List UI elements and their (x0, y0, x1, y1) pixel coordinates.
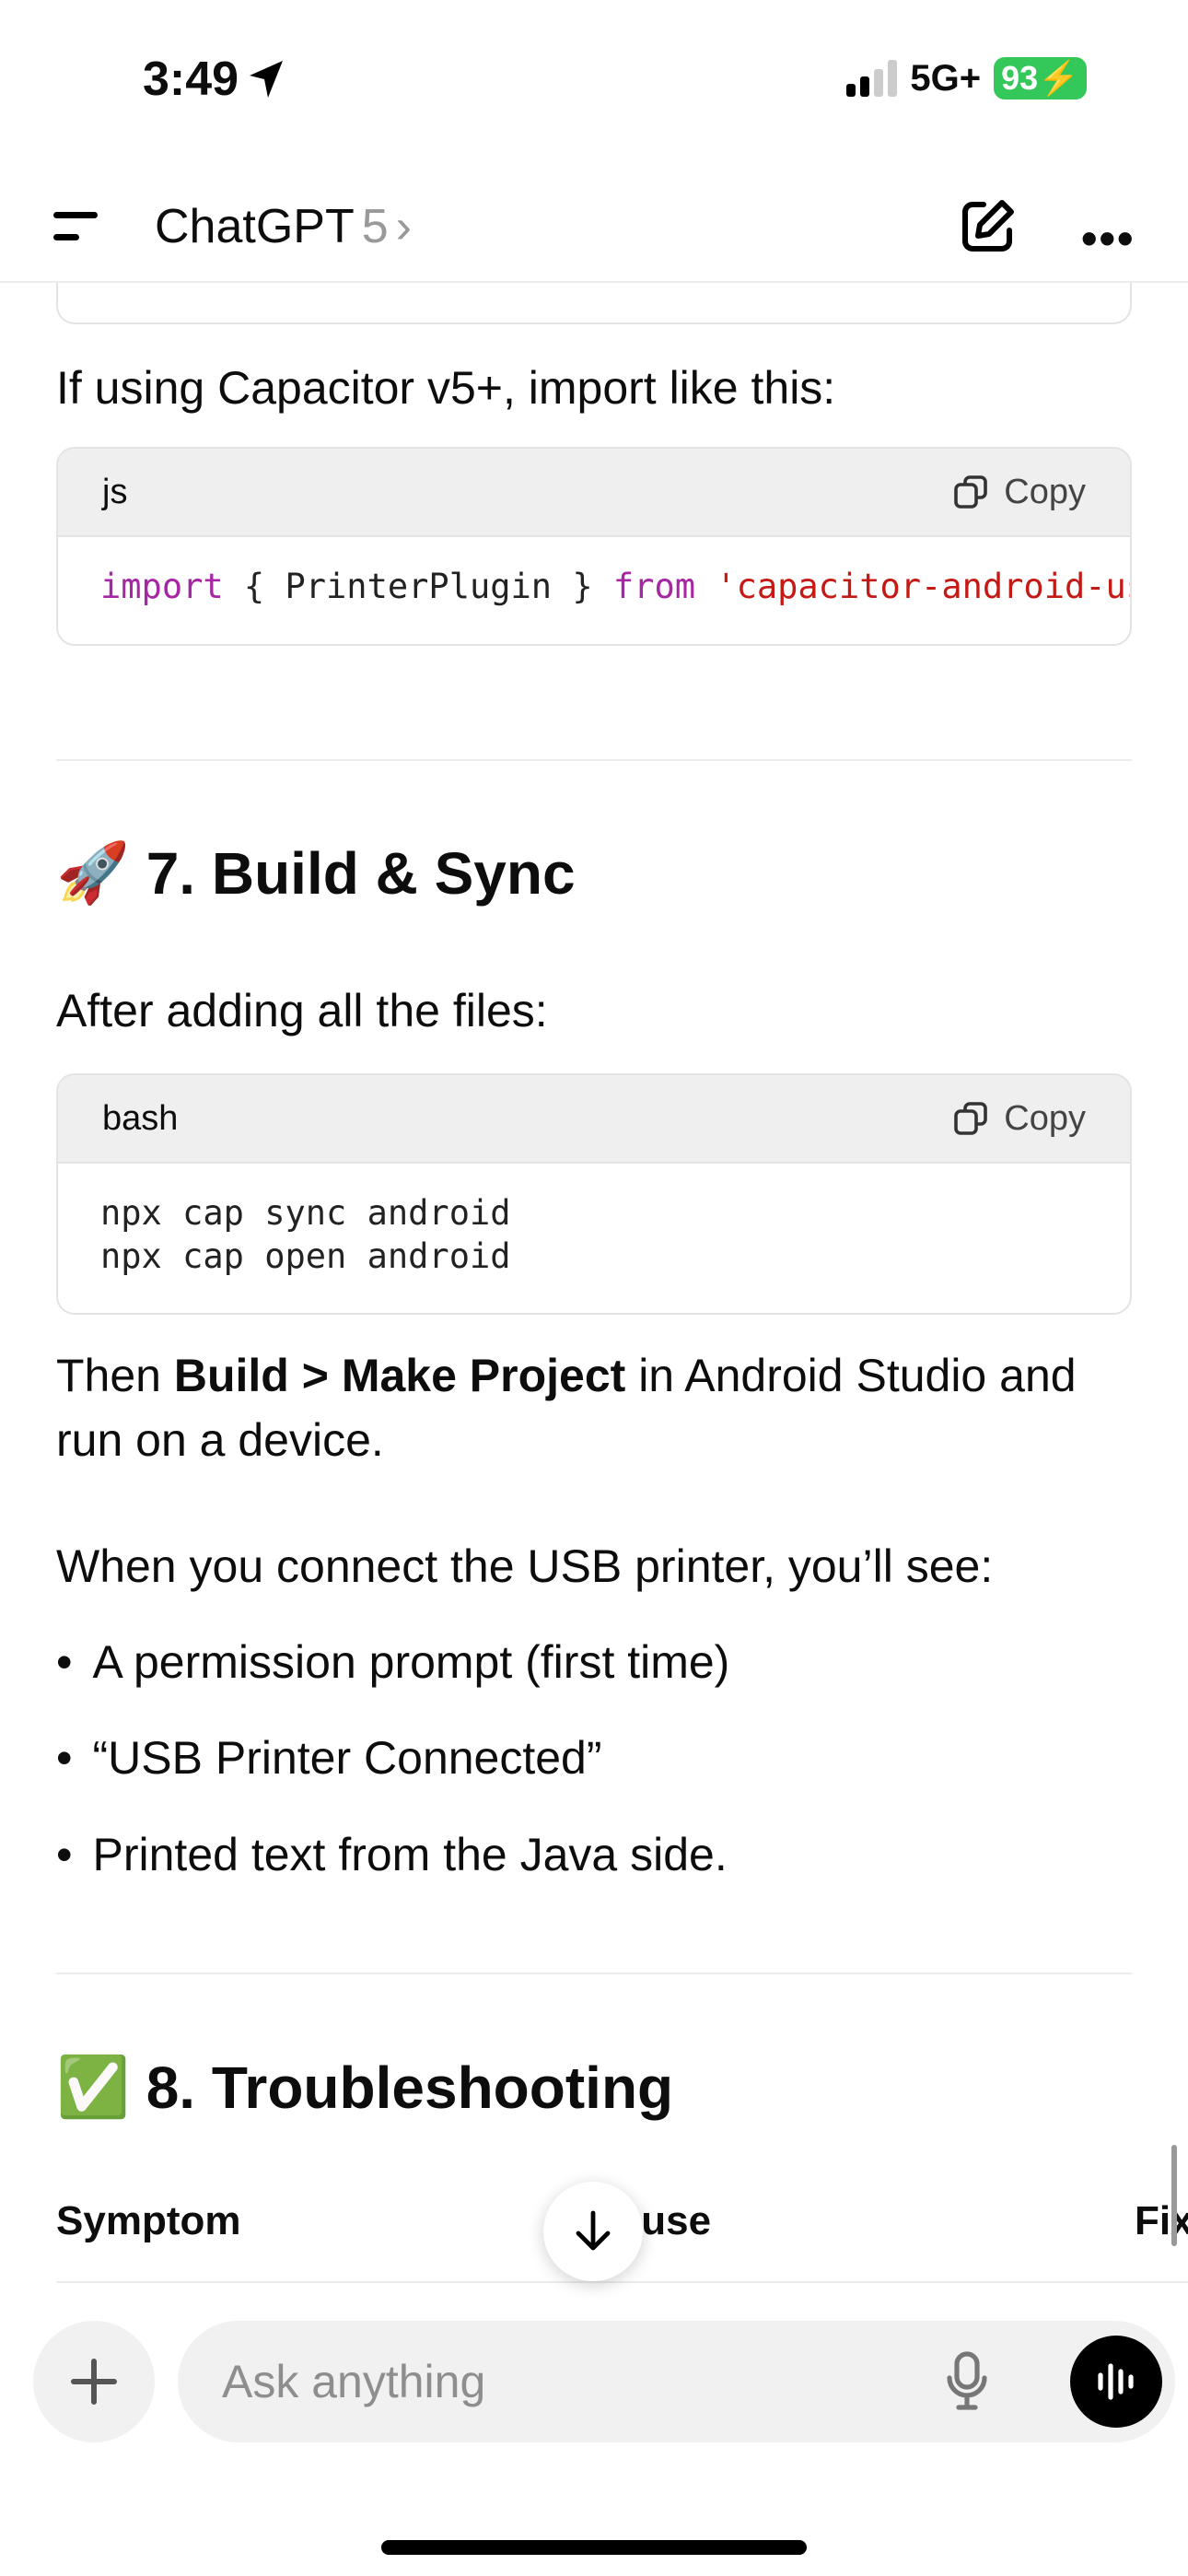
build-instructions: Then Build > Make Project in Android Stu… (56, 1350, 1077, 1466)
signal-icon (846, 60, 898, 97)
microphone-icon[interactable] (946, 2350, 988, 2411)
message-input[interactable] (222, 2348, 867, 2415)
plus-icon (71, 2359, 117, 2405)
menu-icon[interactable] (52, 208, 99, 245)
waveform-icon (1098, 2363, 1134, 2400)
copy-button[interactable]: Copy (952, 473, 1086, 512)
list-item: • Printed text from the Java side. (56, 1829, 728, 1880)
new-chat-icon[interactable] (958, 197, 1017, 256)
copy-icon (954, 1102, 988, 1135)
section-heading-7: 🚀 7. Build & Sync (56, 839, 576, 907)
more-options-icon[interactable]: ••• (1081, 212, 1136, 265)
arrow-down-icon (576, 2210, 611, 2251)
message-composer (178, 2321, 1175, 2442)
home-indicator (381, 2540, 807, 2555)
connect-text: When you connect the USB printer, you’ll… (56, 1540, 994, 1592)
table-header-fix: Fix (1135, 2198, 1188, 2243)
table-header-divider (56, 2281, 1188, 2283)
code-block-bash: bash Copy npx cap sync android npx cap op… (56, 1073, 1132, 1315)
code-lang: js (102, 472, 128, 511)
status-indicators: 5G+ 93⚡ (846, 57, 1087, 100)
code-lang: bash (102, 1098, 179, 1138)
divider (56, 759, 1132, 761)
code-block-js: js Copy import { PrinterPlugin } from 'c… (56, 447, 1132, 646)
capacitor-note: If using Capacitor v5+, import like this… (56, 362, 836, 414)
network-label: 5G+ (910, 57, 982, 99)
divider (56, 1973, 1132, 1974)
location-arrow-icon (250, 61, 284, 98)
app-header: ChatGPT 5 › ••• (0, 175, 1188, 283)
list-item: • “USB Printer Connected” (56, 1732, 602, 1784)
scroll-to-bottom-button[interactable] (543, 2182, 643, 2281)
after-files-text: After adding all the files: (56, 985, 548, 1036)
check-icon: ✅ (56, 2054, 130, 2120)
battery-icon: 93⚡ (994, 57, 1087, 100)
copy-button[interactable]: Copy (952, 1099, 1086, 1139)
copy-icon (954, 475, 988, 509)
code-content: import { PrinterPlugin } from 'capacitor… (100, 567, 1130, 606)
model-selector[interactable]: ChatGPT 5 › (155, 199, 412, 254)
table-header-symptom: Symptom (56, 2198, 241, 2243)
attach-button[interactable] (33, 2321, 155, 2442)
scrollbar[interactable] (1171, 2145, 1177, 2246)
code-content: npx cap sync android npx cap open android (100, 1193, 511, 1276)
voice-mode-button[interactable] (1070, 2336, 1162, 2428)
status-time: 3:49 (143, 52, 285, 107)
rocket-icon: 🚀 (56, 839, 130, 906)
section-heading-8: ✅ 8. Troubleshooting (56, 2054, 674, 2121)
list-item: • A permission prompt (first time) (56, 1636, 730, 1688)
